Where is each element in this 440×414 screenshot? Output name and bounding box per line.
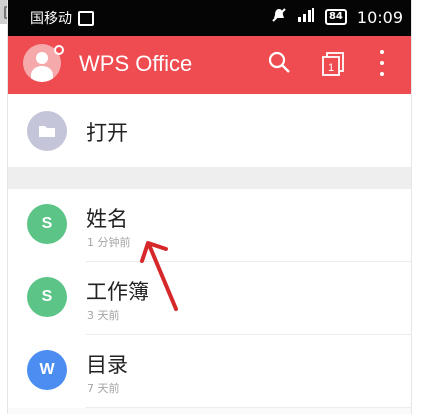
file-name: 目录 xyxy=(86,353,128,377)
document-tabs-icon[interactable]: 1 xyxy=(322,52,344,76)
app-bar: WPS Office 1 xyxy=(8,36,411,94)
annotation-arrow-icon xyxy=(140,241,178,311)
notification-dot xyxy=(54,45,64,55)
spreadsheet-icon: S xyxy=(27,277,67,317)
list-item[interactable]: S 姓名 1 分钟前 xyxy=(8,189,411,262)
svg-text:1: 1 xyxy=(328,62,334,74)
battery-icon: 84 xyxy=(324,9,347,25)
spreadsheet-icon: S xyxy=(27,204,67,244)
file-time: 3 天前 xyxy=(87,309,120,322)
file-time: 7 天前 xyxy=(87,382,120,395)
clock: 10:09 xyxy=(356,7,403,27)
list-item[interactable]: S 工作簿 3 天前 xyxy=(8,262,411,335)
mute-icon xyxy=(271,7,287,27)
file-time: 1 分钟前 xyxy=(87,236,131,249)
list-item[interactable]: W 目录 7 天前 xyxy=(8,335,411,408)
status-left: 国移动 xyxy=(30,8,94,28)
status-right: 84 10:09 xyxy=(271,7,403,27)
section-divider xyxy=(8,167,411,189)
more-options-icon[interactable] xyxy=(376,50,388,76)
document-icon: W xyxy=(27,350,67,390)
open-file-row[interactable]: 打开 xyxy=(8,95,411,167)
file-name: 姓名 xyxy=(86,207,128,231)
signal-icon xyxy=(297,7,315,27)
phone-screen: 国移动 84 10:09 WPS Office 1 打开 S 姓名 1 分钟前 … xyxy=(7,0,412,414)
recent-files-list: S 姓名 1 分钟前 S 工作簿 3 天前 W 目录 7 天前 xyxy=(8,189,411,408)
folder-icon xyxy=(27,111,67,151)
app-title: WPS Office xyxy=(79,51,193,76)
carrier-label: 国移动 xyxy=(30,11,72,27)
search-icon[interactable] xyxy=(267,50,291,74)
status-bar: 国移动 84 10:09 xyxy=(8,0,411,36)
open-label: 打开 xyxy=(86,121,128,145)
screenshot-notification-icon xyxy=(78,10,94,26)
